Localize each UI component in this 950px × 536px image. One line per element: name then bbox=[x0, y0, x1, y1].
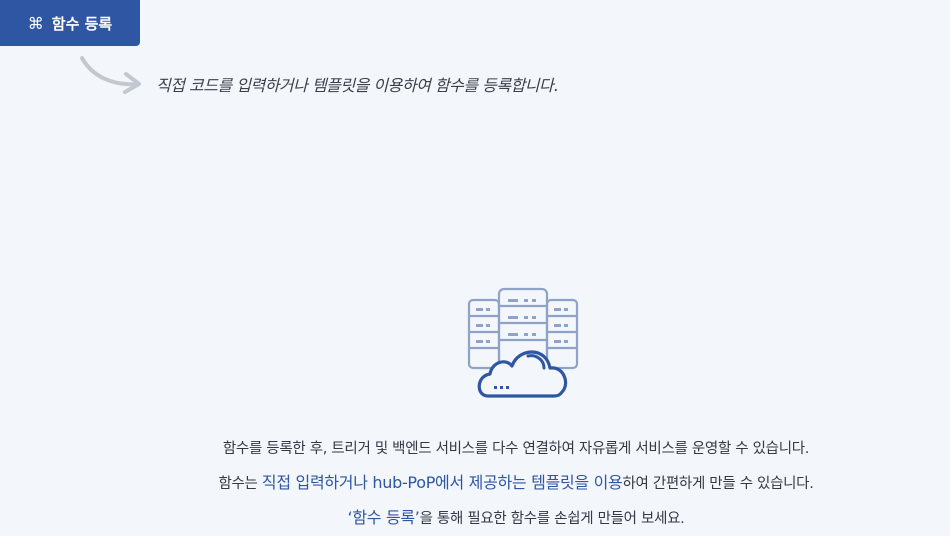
register-function-label: 함수 등록 bbox=[51, 14, 113, 33]
description-line-2: 함수는 직접 입력하거나 hub-PoP에서 제공하는 템플릿을 이용하여 간편… bbox=[0, 469, 950, 493]
description-line-2-highlight: 직접 입력하거나 hub-PoP에서 제공하는 템플릿을 이용 bbox=[261, 473, 623, 492]
description-line-3-highlight: ‘함수 등록’ bbox=[347, 508, 420, 527]
description-line-3: ‘함수 등록’을 통해 필요한 함수를 손쉽게 만들어 보세요. bbox=[0, 504, 950, 528]
command-icon: ⌘ bbox=[27, 13, 44, 33]
server-cloud-icon bbox=[467, 287, 579, 398]
register-function-button[interactable]: ⌘ 함수 등록 bbox=[0, 0, 140, 46]
description-line-2-suffix: 하여 간편하게 만들 수 있습니다. bbox=[622, 476, 814, 492]
curved-arrow-icon bbox=[80, 56, 141, 94]
description-line-2-prefix: 함수는 bbox=[218, 476, 262, 492]
description-line-3-suffix: 을 통해 필요한 함수를 손쉽게 만들어 보세요. bbox=[419, 511, 685, 527]
hint-text: 직접 코드를 입력하거나 템플릿을 이용하여 함수를 등록합니다. bbox=[156, 76, 558, 95]
description-line-1: 함수를 등록한 후, 트리거 및 백엔드 서비스를 다수 연결하여 자유롭게 서… bbox=[222, 441, 810, 457]
